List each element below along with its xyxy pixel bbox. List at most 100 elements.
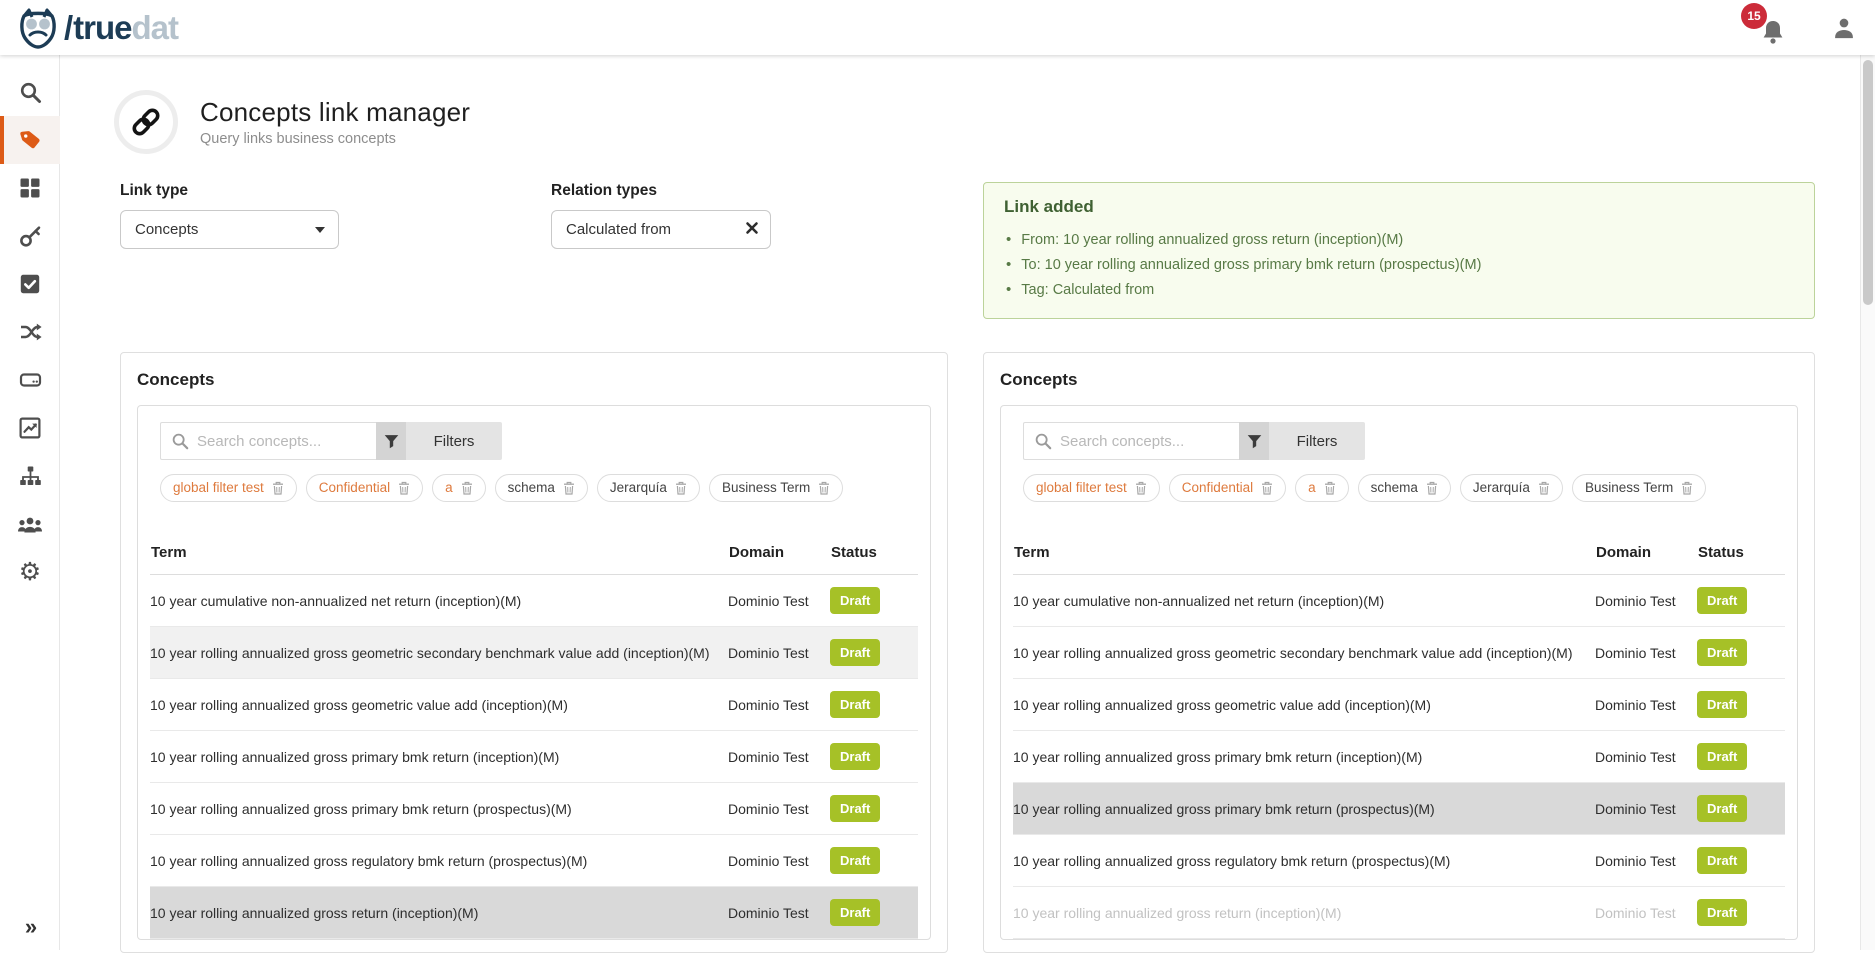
scrollbar-thumb[interactable] bbox=[1863, 60, 1873, 305]
truedat-logo[interactable]: /truedat bbox=[16, 6, 178, 50]
filter-tag-label: Jerarquía bbox=[1473, 480, 1530, 495]
chevron-down-icon bbox=[315, 227, 325, 233]
status-badge: Draft bbox=[830, 691, 880, 718]
table-row[interactable]: 10 year rolling annualized gross return … bbox=[150, 887, 918, 939]
sidebar-item-users[interactable] bbox=[0, 500, 60, 548]
term-cell: 10 year rolling annualized gross return … bbox=[150, 905, 728, 921]
user-avatar-icon[interactable] bbox=[1831, 15, 1857, 41]
sidebar-item-quality[interactable] bbox=[0, 260, 60, 308]
sidebar-item-dashboards[interactable] bbox=[0, 404, 60, 452]
trash-icon[interactable] bbox=[1681, 481, 1693, 495]
trash-icon[interactable] bbox=[1324, 481, 1336, 495]
filters-button[interactable]: Filters bbox=[1269, 422, 1365, 460]
status-cell: Draft bbox=[830, 899, 918, 926]
filter-tag-label: Confidential bbox=[1182, 480, 1253, 495]
filter-funnel-button[interactable] bbox=[1239, 422, 1269, 460]
filter-funnel-button[interactable] bbox=[376, 422, 406, 460]
alert-detail-item: To: 10 year rolling annualized gross pri… bbox=[1004, 252, 1794, 277]
table-row[interactable]: 10 year rolling annualized gross geometr… bbox=[150, 679, 918, 731]
table-row[interactable]: 10 year rolling annualized gross geometr… bbox=[1013, 679, 1785, 731]
sidebar-item-permissions[interactable] bbox=[0, 212, 60, 260]
filter-tag[interactable]: Jerarquía bbox=[1460, 474, 1563, 502]
relation-type-chip[interactable]: Calculated from bbox=[551, 210, 771, 249]
table-row[interactable]: 10 year rolling annualized gross geometr… bbox=[1013, 627, 1785, 679]
filters-button[interactable]: Filters bbox=[406, 422, 502, 460]
trash-icon[interactable] bbox=[818, 481, 830, 495]
filter-tags-row: global filter test Confidential a schema bbox=[1023, 474, 1785, 502]
top-header: /truedat 15 bbox=[0, 0, 1875, 55]
close-icon[interactable] bbox=[745, 221, 759, 235]
term-cell: 10 year rolling annualized gross regulat… bbox=[1013, 853, 1595, 869]
term-cell: 10 year cumulative non-annualized net re… bbox=[1013, 593, 1595, 609]
filter-tag[interactable]: Business Term bbox=[1572, 474, 1706, 502]
filter-tag[interactable]: a bbox=[432, 474, 486, 502]
sidebar-item-search[interactable] bbox=[0, 68, 60, 116]
filter-tag[interactable]: schema bbox=[1358, 474, 1451, 502]
domain-cell: Dominio Test bbox=[728, 801, 830, 817]
trash-icon[interactable] bbox=[398, 481, 410, 495]
sidebar-item-lineage[interactable] bbox=[0, 452, 60, 500]
table-row[interactable]: 10 year rolling annualized gross return … bbox=[1013, 887, 1785, 939]
trash-icon[interactable] bbox=[461, 481, 473, 495]
filter-tag[interactable]: Confidential bbox=[1169, 474, 1286, 502]
table-row[interactable]: 10 year rolling annualized gross regulat… bbox=[1013, 835, 1785, 887]
filter-tag[interactable]: Business Term bbox=[709, 474, 843, 502]
sidebar-item-configuration[interactable]: ⚙ bbox=[0, 548, 60, 596]
filter-tag[interactable]: schema bbox=[495, 474, 588, 502]
status-badge: Draft bbox=[1697, 639, 1747, 666]
filter-tag[interactable]: Jerarquía bbox=[597, 474, 700, 502]
status-cell: Draft bbox=[1697, 639, 1785, 666]
term-cell: 10 year rolling annualized gross primary… bbox=[150, 801, 728, 817]
sidebar-item-business-concepts[interactable] bbox=[0, 116, 60, 164]
status-badge: Draft bbox=[1697, 847, 1747, 874]
trash-icon[interactable] bbox=[1538, 481, 1550, 495]
table-row[interactable]: 10 year rolling annualized gross regulat… bbox=[150, 835, 918, 887]
trash-icon[interactable] bbox=[1426, 481, 1438, 495]
notifications-button[interactable]: 15 bbox=[1755, 11, 1785, 45]
table-row[interactable]: 10 year rolling annualized gross primary… bbox=[150, 783, 918, 835]
filter-tag[interactable]: a bbox=[1295, 474, 1349, 502]
trash-icon[interactable] bbox=[675, 481, 687, 495]
domain-cell: Dominio Test bbox=[1595, 853, 1697, 869]
search-input[interactable] bbox=[160, 422, 376, 460]
alert-detail-item: From: 10 year rolling annualized gross r… bbox=[1004, 227, 1794, 252]
page-title: Concepts link manager bbox=[200, 97, 470, 128]
table-row[interactable]: 10 year cumulative non-annualized net re… bbox=[1013, 575, 1785, 627]
filter-tag[interactable]: Confidential bbox=[306, 474, 423, 502]
page-scrollbar[interactable] bbox=[1860, 55, 1875, 950]
filter-tag[interactable]: global filter test bbox=[160, 474, 297, 502]
term-cell: 10 year rolling annualized gross geometr… bbox=[1013, 697, 1595, 713]
term-cell: 10 year rolling annualized gross geometr… bbox=[150, 697, 728, 713]
column-status: Status bbox=[1697, 544, 1785, 561]
status-cell: Draft bbox=[830, 795, 918, 822]
key-icon bbox=[19, 225, 42, 248]
link-type-select[interactable]: Concepts bbox=[120, 210, 339, 249]
alert-detail-item: Tag: Calculated from bbox=[1004, 277, 1794, 302]
trash-icon[interactable] bbox=[563, 481, 575, 495]
filter-tag[interactable]: global filter test bbox=[1023, 474, 1160, 502]
status-cell: Draft bbox=[830, 743, 918, 770]
table-row[interactable]: 10 year rolling annualized gross geometr… bbox=[150, 627, 918, 679]
filter-tag-label: a bbox=[445, 480, 453, 495]
sidebar-item-modules[interactable] bbox=[0, 164, 60, 212]
filter-tag-label: Business Term bbox=[722, 480, 810, 495]
alert-detail-list: From: 10 year rolling annualized gross r… bbox=[1004, 227, 1794, 302]
table-header: Term Domain Status bbox=[1013, 530, 1785, 575]
table-row[interactable]: 10 year rolling annualized gross primary… bbox=[1013, 783, 1785, 835]
filter-tag-label: Business Term bbox=[1585, 480, 1673, 495]
sidebar-expand-button[interactable]: » bbox=[0, 914, 60, 940]
trash-icon[interactable] bbox=[1135, 481, 1147, 495]
link-type-field: Link type Concepts bbox=[120, 182, 339, 249]
status-cell: Draft bbox=[830, 691, 918, 718]
search-icon bbox=[171, 432, 189, 450]
search-input[interactable] bbox=[1023, 422, 1239, 460]
sidebar-item-relations[interactable] bbox=[0, 308, 60, 356]
status-cell: Draft bbox=[1697, 847, 1785, 874]
sidebar-item-data-sources[interactable] bbox=[0, 356, 60, 404]
table-row[interactable]: 10 year cumulative non-annualized net re… bbox=[150, 575, 918, 627]
table-row[interactable]: 10 year rolling annualized gross primary… bbox=[1013, 731, 1785, 783]
trash-icon[interactable] bbox=[1261, 481, 1273, 495]
table-row[interactable]: 10 year rolling annualized gross primary… bbox=[150, 731, 918, 783]
trash-icon[interactable] bbox=[272, 481, 284, 495]
domain-cell: Dominio Test bbox=[728, 593, 830, 609]
